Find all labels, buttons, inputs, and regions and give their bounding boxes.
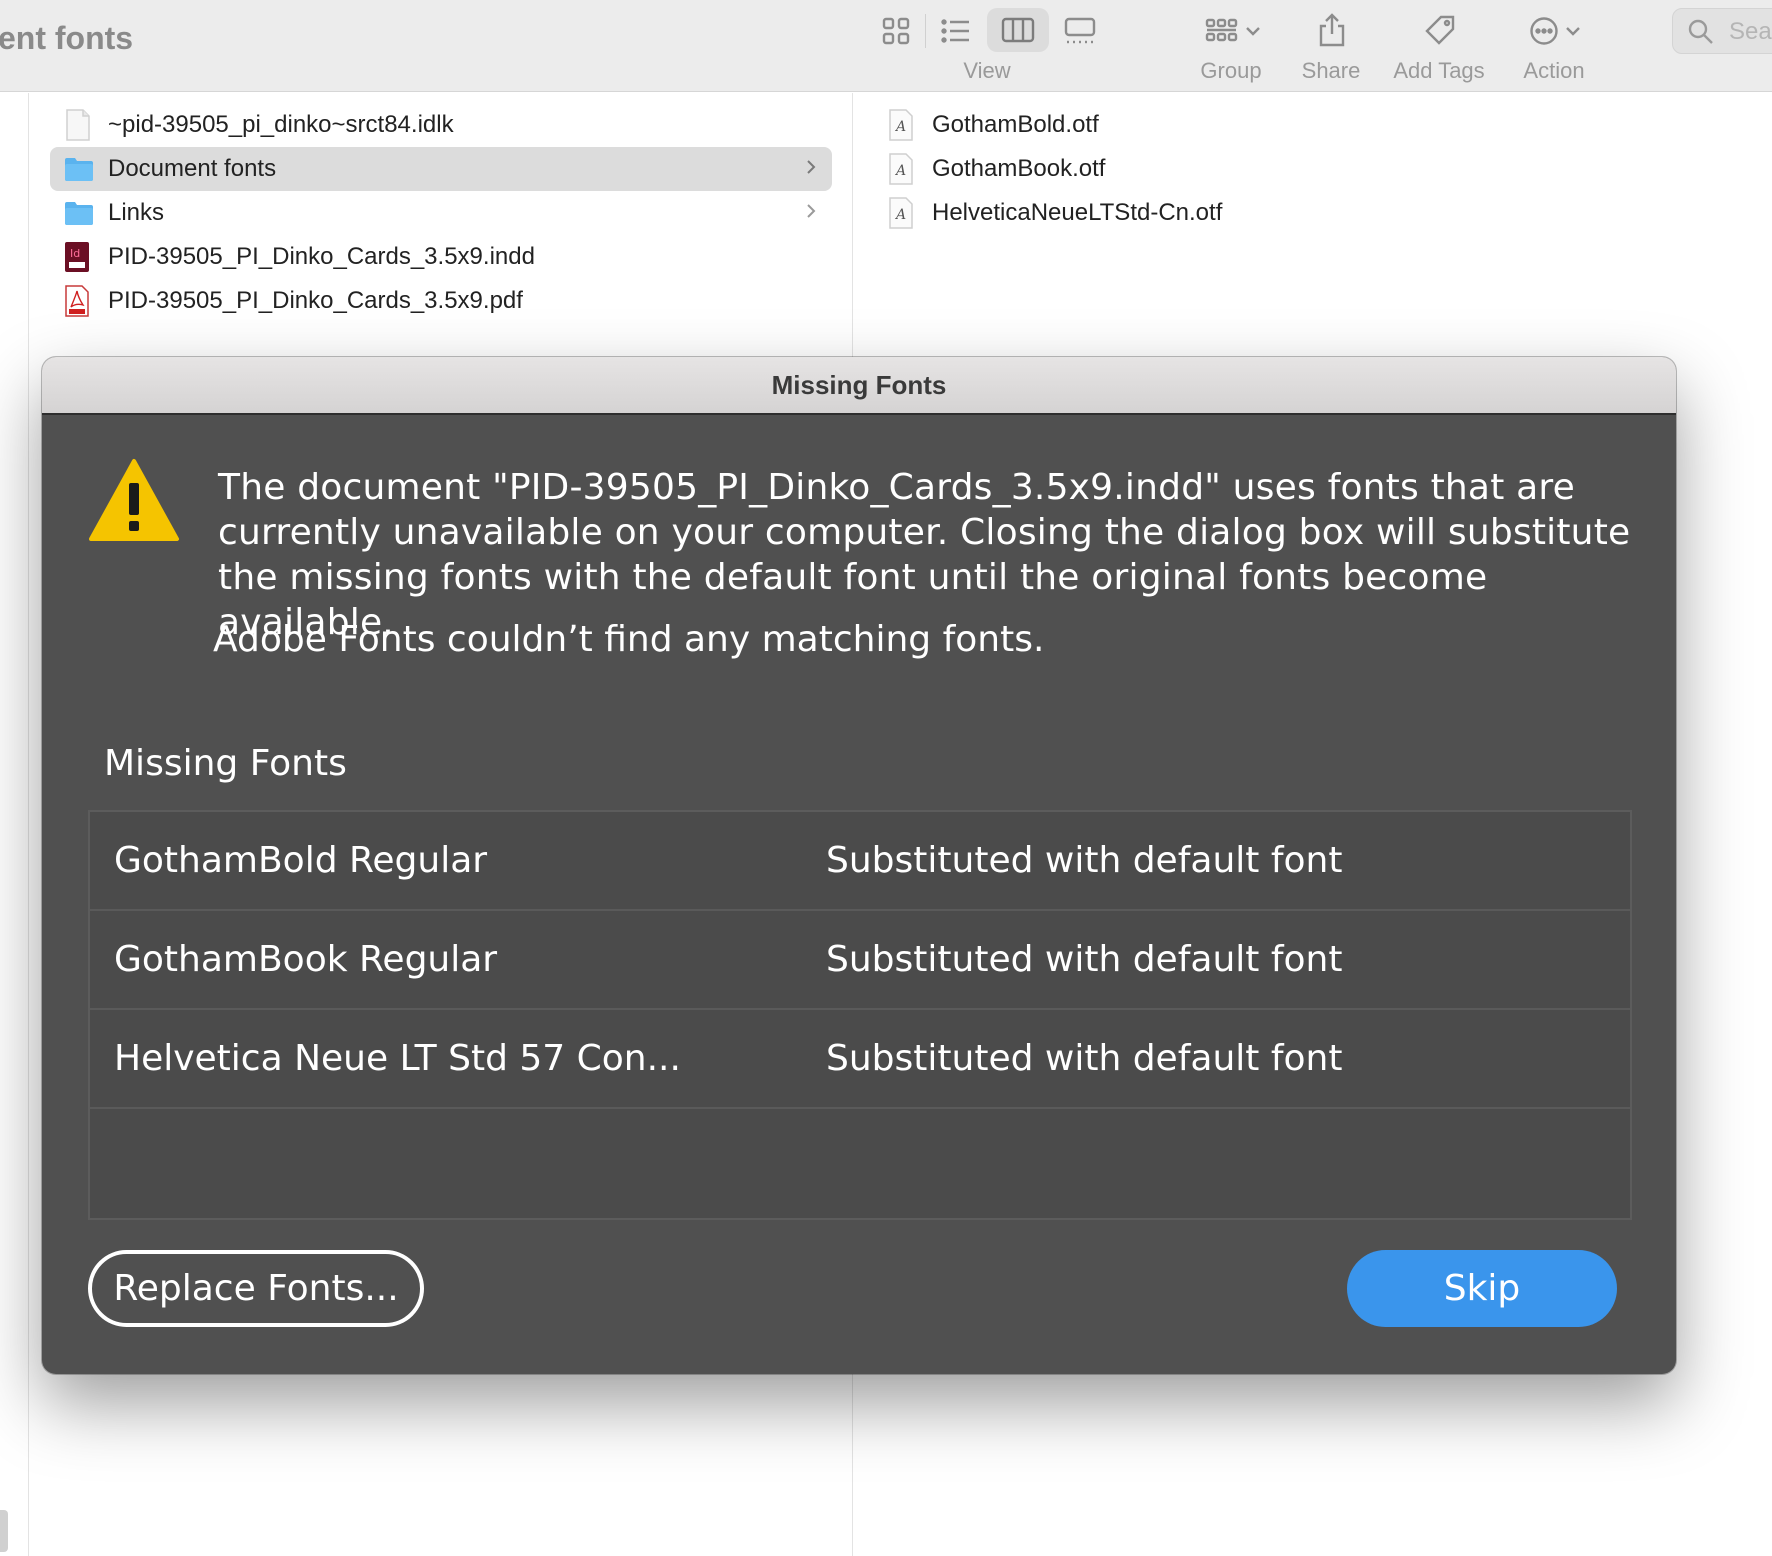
font-file-icon: A: [888, 197, 918, 229]
grid-icon: [882, 17, 910, 45]
file-item[interactable]: A GothamBook.otf: [884, 147, 1584, 191]
file-item[interactable]: PID-39505_PI_Dinko_Cards_3.5x9.pdf: [50, 279, 832, 323]
file-name: GothamBook.otf: [932, 155, 1106, 182]
warning-icon: [88, 457, 180, 548]
view-label: View: [963, 58, 1011, 83]
dialog-title: Missing Fonts: [771, 369, 947, 400]
chevron-right-icon: [807, 204, 816, 218]
adobe-fonts-note: Adobe Fonts couldn’t find any matching f…: [213, 619, 1045, 660]
group-icon: [1205, 18, 1238, 42]
dialog-titlebar[interactable]: Missing Fonts: [42, 357, 1676, 415]
folder-item[interactable]: Document fonts: [50, 147, 832, 191]
dialog-message: The document "PID-39505_PI_Dinko_Cards_3…: [218, 467, 1631, 643]
font-status: Substituted with default font: [826, 1038, 1343, 1079]
file-name: PID-39505_PI_Dinko_Cards_3.5x9.indd: [108, 243, 535, 270]
search-field[interactable]: Sea: [1672, 8, 1772, 54]
replace-fonts-button[interactable]: Replace Fonts...: [88, 1250, 424, 1327]
column-divider: [28, 93, 29, 1556]
column-view-button[interactable]: [987, 8, 1049, 52]
icon-view-button[interactable]: [876, 12, 916, 50]
action-label: Action: [1523, 58, 1585, 83]
chevron-down-icon: [1246, 27, 1260, 36]
folder-icon: [64, 197, 94, 229]
list-icon: [941, 19, 969, 43]
file-item[interactable]: Id PID-39505_PI_Dinko_Cards_3.5x9.indd: [50, 235, 832, 279]
file-name: ~pid-39505_pi_dinko~srct84.idlk: [108, 111, 454, 138]
file-item[interactable]: ~pid-39505_pi_dinko~srct84.idlk: [50, 103, 832, 147]
add-tags-label: Add Tags: [1393, 58, 1485, 83]
share-label: Share: [1301, 58, 1361, 83]
ellipsis-circle-icon: [1530, 17, 1558, 45]
missing-fonts-heading: Missing Fonts: [104, 743, 347, 784]
svg-text:Id: Id: [70, 247, 80, 260]
folder-name: Document fonts: [108, 155, 277, 182]
table-row[interactable]: GothamBook Regular Substituted with defa…: [90, 911, 1630, 1010]
search-placeholder: Sea: [1729, 18, 1772, 45]
action-button[interactable]: [1522, 12, 1588, 50]
empty-table-row: [90, 1109, 1630, 1218]
font-file-icon: A: [888, 109, 918, 141]
file-name: GothamBold.otf: [932, 111, 1099, 138]
tag-icon: [1425, 15, 1455, 45]
group-button[interactable]: [1198, 12, 1268, 50]
font-status: Substituted with default font: [826, 939, 1343, 980]
missing-fonts-table: GothamBold Regular Substituted with defa…: [88, 810, 1632, 1220]
font-name: GothamBold Regular: [114, 840, 488, 881]
share-icon: [1319, 13, 1345, 47]
gallery-view-button[interactable]: [1058, 12, 1102, 50]
svg-text:A: A: [894, 163, 906, 179]
columns-icon: [1001, 17, 1035, 43]
font-file-icon: A: [888, 153, 918, 185]
svg-text:A: A: [894, 207, 906, 223]
group-label: Group: [1200, 58, 1262, 83]
generic-file-icon: [64, 109, 94, 141]
file-item[interactable]: A HelveticaNeueLTStd-Cn.otf: [884, 191, 1584, 235]
file-name: PID-39505_PI_Dinko_Cards_3.5x9.pdf: [108, 287, 523, 314]
skip-button[interactable]: Skip: [1347, 1250, 1617, 1327]
finder-toolbar: ent fonts View Group Share Add Tags Acti…: [0, 0, 1772, 92]
indesign-file-icon: Id: [64, 241, 94, 273]
chevron-down-icon: [1566, 27, 1580, 36]
folder-name: Links: [108, 199, 165, 226]
file-name: HelveticaNeueLTStd-Cn.otf: [932, 199, 1223, 226]
add-tags-button[interactable]: [1420, 10, 1460, 50]
missing-fonts-dialog: Missing Fonts The document "PID-39505_PI…: [42, 357, 1676, 1374]
table-row[interactable]: Helvetica Neue LT Std 57 Con... Substitu…: [90, 1010, 1630, 1109]
scroll-indicator: [0, 1510, 8, 1552]
folder-icon: [64, 153, 94, 185]
gallery-icon: [1064, 17, 1096, 44]
share-button[interactable]: [1312, 8, 1352, 52]
folder-item[interactable]: Links: [50, 191, 832, 235]
pdf-file-icon: [64, 285, 94, 317]
search-icon: [1688, 19, 1713, 44]
file-item[interactable]: A GothamBold.otf: [884, 103, 1584, 147]
chevron-right-icon: [807, 160, 816, 174]
font-name: Helvetica Neue LT Std 57 Con...: [114, 1038, 681, 1079]
toolbar-separator: [925, 14, 926, 48]
font-status: Substituted with default font: [826, 840, 1343, 881]
svg-text:A: A: [894, 119, 906, 135]
window-title: ent fonts: [0, 20, 134, 56]
list-view-button[interactable]: [934, 12, 978, 50]
font-name: GothamBook Regular: [114, 939, 498, 980]
table-row[interactable]: GothamBold Regular Substituted with defa…: [90, 812, 1630, 911]
